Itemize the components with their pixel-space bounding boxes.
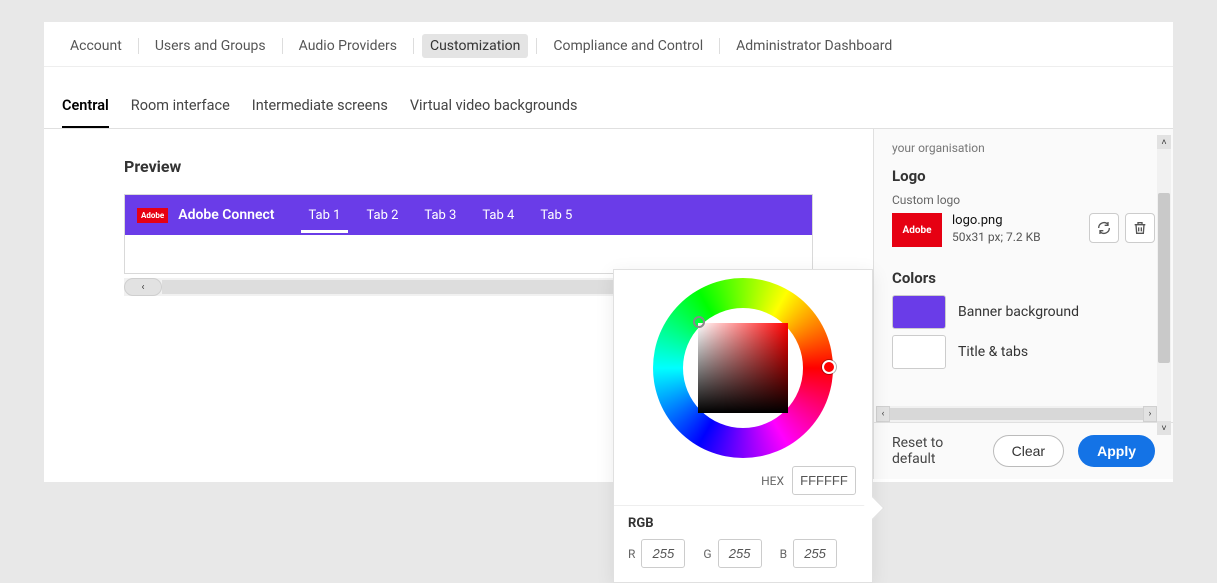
refresh-logo-button[interactable] xyxy=(1089,213,1119,243)
side-h-scrollbar[interactable]: ‹ › xyxy=(876,406,1157,422)
trash-icon xyxy=(1132,220,1148,236)
sv-square[interactable] xyxy=(698,323,788,413)
scroll-left-button[interactable]: ‹ xyxy=(124,278,162,296)
clear-button[interactable]: Clear xyxy=(993,435,1064,467)
app-window: Account Users and Groups Audio Providers… xyxy=(44,22,1173,482)
side-footer: Reset to default Clear Apply xyxy=(874,422,1173,479)
color-label-title-tabs: Title & tabs xyxy=(958,344,1028,360)
logo-heading: Logo xyxy=(892,167,1155,185)
color-label-banner: Banner background xyxy=(958,304,1079,320)
preview-tab-1[interactable]: Tab 1 xyxy=(301,198,349,233)
logo-actions xyxy=(1089,213,1155,243)
preview-heading: Preview xyxy=(124,157,813,176)
color-row-banner: Banner background xyxy=(892,295,1155,329)
tab-intermediate-screens[interactable]: Intermediate screens xyxy=(252,87,388,128)
popover-caret xyxy=(862,497,885,520)
rgb-row: R G B xyxy=(628,539,858,568)
color-wheel[interactable] xyxy=(653,278,833,458)
g-input[interactable] xyxy=(718,539,762,568)
colors-heading: Colors xyxy=(892,269,1155,287)
reset-to-default[interactable]: Reset to default xyxy=(892,435,965,467)
side-v-scrollbar[interactable]: ˄ ˅ xyxy=(1157,135,1171,435)
delete-logo-button[interactable] xyxy=(1125,213,1155,243)
preview-tab-2[interactable]: Tab 2 xyxy=(358,198,406,233)
preview-banner: Adobe Adobe Connect Tab 1 Tab 2 Tab 3 Ta… xyxy=(125,195,812,235)
sub-tabs: Central Room interface Intermediate scre… xyxy=(44,67,1173,129)
preview-tab-5[interactable]: Tab 5 xyxy=(532,198,580,233)
nav-separator xyxy=(282,38,283,54)
nav-separator xyxy=(536,38,537,54)
preview-brand: Adobe Connect xyxy=(178,207,274,223)
r-input[interactable] xyxy=(641,539,685,568)
swatch-title-tabs[interactable] xyxy=(892,335,946,369)
side-scroll-left[interactable]: ‹ xyxy=(876,406,890,422)
nav-customization[interactable]: Customization xyxy=(422,34,528,58)
rgb-label: RGB xyxy=(628,516,858,531)
logo-meta: logo.png 50x31 px; 7.2 KB xyxy=(952,213,1041,244)
color-row-title-tabs: Title & tabs xyxy=(892,335,1155,369)
tab-central[interactable]: Central xyxy=(62,87,109,128)
side-panel: your organisation Logo Custom logo Adobe… xyxy=(873,129,1173,479)
refresh-icon xyxy=(1096,220,1112,236)
side-note: your organisation xyxy=(892,141,1155,155)
preview-logo: Adobe xyxy=(137,208,168,223)
side-scroll-right[interactable]: › xyxy=(1143,406,1157,422)
nav-separator xyxy=(138,38,139,54)
color-picker-popover: HEX RGB R G B xyxy=(613,269,873,583)
side-scroll-track[interactable] xyxy=(890,408,1143,420)
tab-virtual-backgrounds[interactable]: Virtual video backgrounds xyxy=(410,87,578,128)
hex-row: HEX xyxy=(628,466,856,495)
tab-room-interface[interactable]: Room interface xyxy=(131,87,230,128)
hue-handle[interactable] xyxy=(822,360,836,374)
hex-input[interactable] xyxy=(792,466,856,495)
logo-filename: logo.png xyxy=(952,213,1041,228)
side-scroll-thumb[interactable] xyxy=(1158,193,1170,363)
preview-tab-4[interactable]: Tab 4 xyxy=(474,198,522,233)
logo-size: 50x31 px; 7.2 KB xyxy=(952,230,1041,244)
nav-separator xyxy=(413,38,414,54)
swatch-banner-background[interactable] xyxy=(892,295,946,329)
hex-label: HEX xyxy=(761,474,784,488)
preview-box: Adobe Adobe Connect Tab 1 Tab 2 Tab 3 Ta… xyxy=(124,194,813,274)
nav-compliance[interactable]: Compliance and Control xyxy=(545,34,711,58)
preview-tab-3[interactable]: Tab 3 xyxy=(416,198,464,233)
content-area: Preview Adobe Adobe Connect Tab 1 Tab 2 … xyxy=(44,129,1173,479)
apply-button[interactable]: Apply xyxy=(1078,435,1155,467)
custom-logo-label: Custom logo xyxy=(892,193,1155,207)
nav-admin-dashboard[interactable]: Administrator Dashboard xyxy=(728,34,900,58)
side-scroll-down[interactable]: ˅ xyxy=(1157,421,1171,435)
g-label: G xyxy=(703,547,711,561)
sv-handle[interactable] xyxy=(693,316,705,328)
logo-thumbnail: Adobe xyxy=(892,213,942,247)
picker-divider xyxy=(614,505,872,506)
color-rows: Banner background Title & tabs xyxy=(892,295,1155,369)
b-input[interactable] xyxy=(793,539,837,568)
b-label: B xyxy=(780,547,787,561)
r-label: R xyxy=(628,547,635,561)
side-scroll-area: your organisation Logo Custom logo Adobe… xyxy=(874,129,1173,406)
nav-audio-providers[interactable]: Audio Providers xyxy=(291,34,405,58)
side-scroll-up[interactable]: ˄ xyxy=(1157,135,1171,149)
nav-users-groups[interactable]: Users and Groups xyxy=(147,34,274,58)
logo-row: Adobe logo.png 50x31 px; 7.2 KB xyxy=(892,213,1155,247)
nav-separator xyxy=(719,38,720,54)
nav-account[interactable]: Account xyxy=(62,34,130,58)
top-nav: Account Users and Groups Audio Providers… xyxy=(44,22,1173,67)
